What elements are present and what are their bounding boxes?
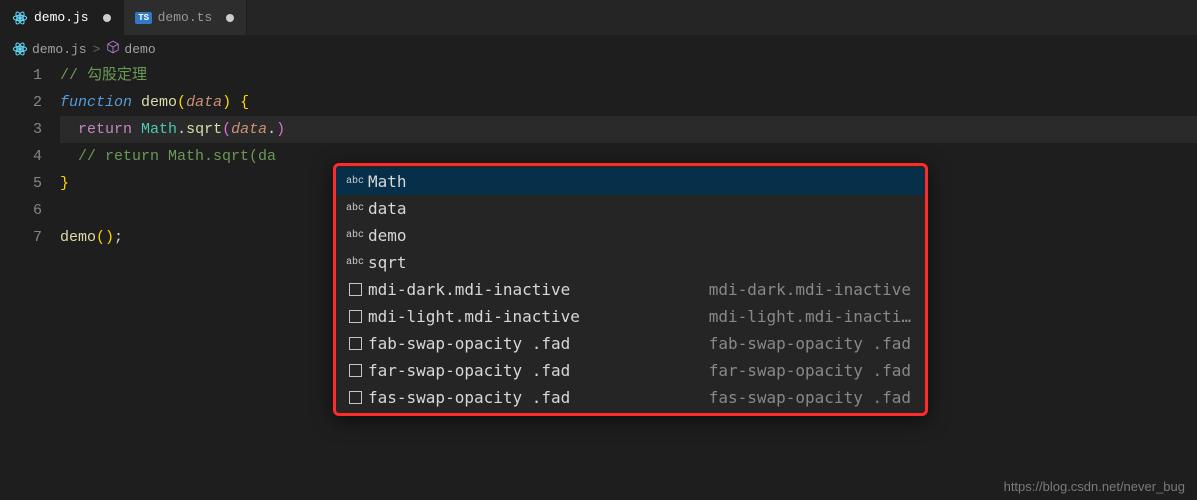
tab-label: demo.ts [158,10,213,25]
breadcrumb-file[interactable]: demo.js [12,41,87,57]
tabs-bar: demo.js TS demo.ts [0,0,1197,36]
kind-snippet-icon [342,310,368,323]
tab-label: demo.js [34,10,89,25]
kind-snippet-icon [342,283,368,296]
react-icon [12,41,28,57]
line-number: 4 [0,143,42,170]
autocomplete-item[interactable]: fab-swap-opacity .fad fab-swap-opacity .f… [336,330,925,357]
code-line[interactable]: return Math.sqrt(data.) [60,116,1197,143]
autocomplete-detail: fas-swap-opacity .fad [709,388,919,407]
breadcrumb-sep: > [93,42,101,57]
autocomplete-label: fab-swap-opacity .fad [368,334,570,353]
kind-text-icon: abc [342,176,368,187]
ts-icon: TS [136,10,152,26]
line-number: 1 [0,62,42,89]
kind-snippet-icon [342,337,368,350]
autocomplete-label: mdi-light.mdi-inactive [368,307,580,326]
react-icon [12,10,28,26]
autocomplete-item[interactable]: abcsqrt [336,249,925,276]
autocomplete-detail: mdi-light.mdi-inacti… [709,307,919,326]
kind-text-icon: abc [342,257,368,268]
autocomplete-item[interactable]: far-swap-opacity .fad far-swap-opacity .f… [336,357,925,384]
autocomplete-label: mdi-dark.mdi-inactive [368,280,570,299]
autocomplete-label: fas-swap-opacity .fad [368,388,570,407]
autocomplete-detail: far-swap-opacity .fad [709,361,919,380]
autocomplete-label: Math [368,172,407,191]
breadcrumb-symbol[interactable]: demo [106,40,155,58]
autocomplete-item[interactable]: fas-swap-opacity .fad fas-swap-opacity .f… [336,384,925,411]
autocomplete-detail: mdi-dark.mdi-inactive [709,280,919,299]
autocomplete-item[interactable]: abcdata [336,195,925,222]
code-line[interactable]: function demo(data) { [60,89,1197,116]
line-number: 7 [0,224,42,251]
watermark: https://blog.csdn.net/never_bug [1004,479,1185,494]
line-number: 5 [0,170,42,197]
breadcrumbs: demo.js > demo [0,36,1197,62]
line-number: 3 [0,116,42,143]
cube-icon [106,40,120,58]
line-number: 2 [0,89,42,116]
kind-text-icon: abc [342,203,368,214]
line-gutter: 1234567 [0,62,60,251]
kind-snippet-icon [342,364,368,377]
tab-demo-ts[interactable]: TS demo.ts [124,0,248,35]
dirty-dot-icon [226,14,234,22]
tab-demo-js[interactable]: demo.js [0,0,124,35]
line-number: 6 [0,197,42,224]
kind-text-icon: abc [342,230,368,241]
autocomplete-popup[interactable]: abcMathabcdataabcdemoabcsqrtmdi-dark.mdi… [333,163,928,416]
autocomplete-label: data [368,199,407,218]
code-line[interactable]: // 勾股定理 [60,62,1197,89]
autocomplete-label: demo [368,226,407,245]
autocomplete-item[interactable]: abcdemo [336,222,925,249]
autocomplete-item[interactable]: abcMath [336,168,925,195]
kind-snippet-icon [342,391,368,404]
autocomplete-detail: fab-swap-opacity .fad [709,334,919,353]
autocomplete-item[interactable]: mdi-dark.mdi-inactive mdi-dark.mdi-inacti… [336,276,925,303]
autocomplete-item[interactable]: mdi-light.mdi-inactive mdi-light.mdi-inac… [336,303,925,330]
breadcrumb-file-label: demo.js [32,42,87,57]
breadcrumb-symbol-label: demo [124,42,155,57]
dirty-dot-icon [103,14,111,22]
autocomplete-label: far-swap-opacity .fad [368,361,570,380]
autocomplete-label: sqrt [368,253,407,272]
